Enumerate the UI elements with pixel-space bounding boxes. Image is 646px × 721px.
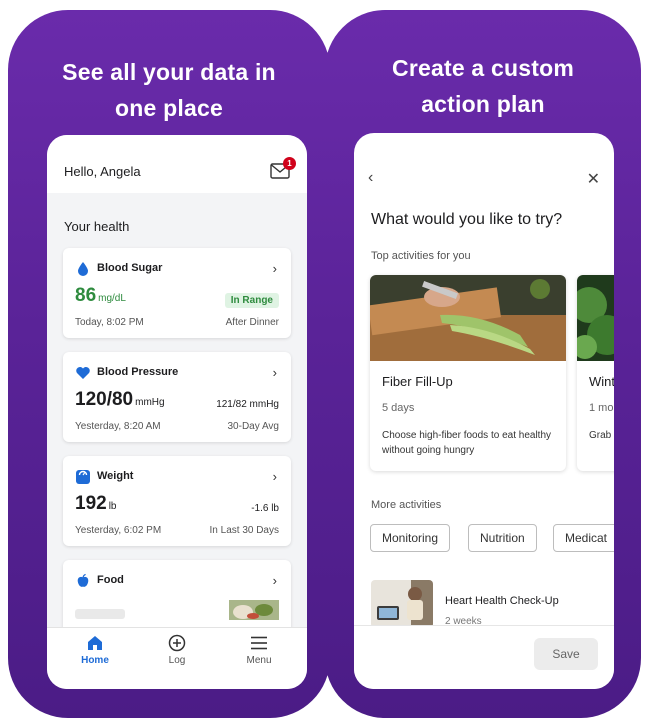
activity-card[interactable]: Wint 1 mo Grab groce [577, 275, 614, 471]
right-title-line1: Create a custom [392, 55, 574, 81]
back-chevron-icon[interactable]: ‹ [368, 169, 373, 187]
scale-icon [76, 470, 90, 484]
page-title: What would you like to try? [371, 211, 563, 228]
value-unit: mg/dL [98, 293, 126, 304]
nav-home-label: Home [81, 655, 109, 666]
chip-nutrition[interactable]: Nutrition [468, 524, 537, 552]
chevron-right-icon: › [272, 573, 277, 588]
top-activities-label: Top activities for you [371, 250, 471, 262]
activity-name: Fiber Fill-Up [382, 374, 453, 389]
blood-pressure-value: 120/80 mmHg [75, 389, 165, 411]
change-period: In Last 30 Days [209, 525, 279, 536]
nav-log-label: Log [168, 655, 186, 666]
blood-sugar-card[interactable]: Blood Sugar › 86 mg/dL In Range Today, 8:… [63, 248, 291, 338]
nav-log[interactable]: Log [147, 634, 207, 666]
chip-monitoring[interactable]: Monitoring [370, 524, 451, 552]
section-title: Your health [64, 219, 130, 234]
status-badge: In Range [224, 293, 279, 308]
weight-change: -1.6 lb [251, 503, 279, 514]
nav-menu-label: Menu [246, 655, 272, 666]
dashboard-header: Hello, Angela 1 [47, 135, 307, 193]
meal-tag [75, 609, 125, 619]
right-title-line2: action plan [421, 91, 545, 117]
save-button[interactable]: Save [534, 638, 598, 670]
reading-time: Today, 8:02 PM [75, 317, 144, 328]
card-title: Weight [97, 470, 134, 482]
left-title-line2: one place [115, 95, 223, 121]
meal-photo [229, 600, 279, 620]
featured-activity-title: Heart Health Check-Up [445, 595, 559, 607]
card-title: Blood Sugar [97, 262, 163, 274]
value-number: 192 [75, 493, 107, 514]
right-panel-title: Create a custom action plan [325, 50, 641, 122]
activity-photo [577, 275, 614, 361]
chevron-right-icon: › [272, 261, 277, 276]
activity-duration: 5 days [382, 402, 415, 414]
activity-name: Wint [589, 374, 614, 389]
activity-description: Choose high-fiber foods to eat healthy w… [382, 430, 551, 456]
nav-home[interactable]: Home [65, 634, 125, 666]
reading-context: After Dinner [225, 317, 279, 328]
card-title: Food [97, 574, 124, 586]
activity-card[interactable]: Fiber Fill-Up 5 days Choose high-fiber f… [370, 275, 566, 471]
add-circle-icon [168, 634, 186, 652]
average-label: 30-Day Avg [227, 421, 279, 432]
value-number: 120/80 [75, 389, 134, 410]
average-value: 121/82 mmHg [216, 399, 279, 410]
value-unit: mmHg [135, 397, 165, 408]
value-number: 86 [75, 285, 97, 306]
hamburger-menu-icon [251, 636, 267, 650]
greeting: Hello, Angela [64, 164, 141, 179]
more-activities-label: More activities [371, 499, 442, 511]
heart-icon [76, 367, 90, 379]
activity-duration: 1 mo [589, 402, 614, 414]
apple-icon [77, 573, 89, 587]
value-unit: lb [108, 501, 117, 512]
activity-description: Grab groce [589, 430, 614, 441]
chevron-right-icon: › [272, 469, 277, 484]
card-title: Blood Pressure [97, 366, 179, 378]
close-icon[interactable]: ✕ [587, 169, 600, 189]
drop-icon [78, 262, 88, 276]
save-bar: Save [354, 625, 614, 689]
chip-medication[interactable]: Medicat [553, 524, 614, 552]
bottom-nav: Home Log Menu [47, 627, 307, 689]
dashboard-phone-screen: Hello, Angela 1 Your health Blood Sugar … [47, 135, 307, 689]
nav-menu[interactable]: Menu [229, 634, 289, 666]
weight-card[interactable]: Weight › 192 lb -1.6 lb Yesterday, 6:02 P… [63, 456, 291, 546]
reading-time: Yesterday, 6:02 PM [75, 525, 162, 536]
notification-badge: 1 [283, 157, 296, 170]
reading-time: Yesterday, 8:20 AM [75, 421, 161, 432]
heart-checkup-photo [371, 580, 433, 628]
left-promo-panel: See all your data in one place Hello, An… [8, 10, 330, 718]
right-promo-panel: Create a custom action plan ‹ ✕ What wou… [325, 10, 641, 718]
activity-photo [370, 275, 566, 361]
left-panel-title: See all your data in one place [8, 54, 330, 126]
left-title-line1: See all your data in [62, 59, 276, 85]
action-plan-phone-screen: ‹ ✕ What would you like to try? Top acti… [354, 133, 614, 689]
blood-pressure-card[interactable]: Blood Pressure › 120/80 mmHg 121/82 mmHg … [63, 352, 291, 442]
blood-sugar-value: 86 mg/dL [75, 285, 126, 307]
home-icon [88, 636, 102, 650]
weight-value: 192 lb [75, 493, 117, 515]
chevron-right-icon: › [272, 365, 277, 380]
